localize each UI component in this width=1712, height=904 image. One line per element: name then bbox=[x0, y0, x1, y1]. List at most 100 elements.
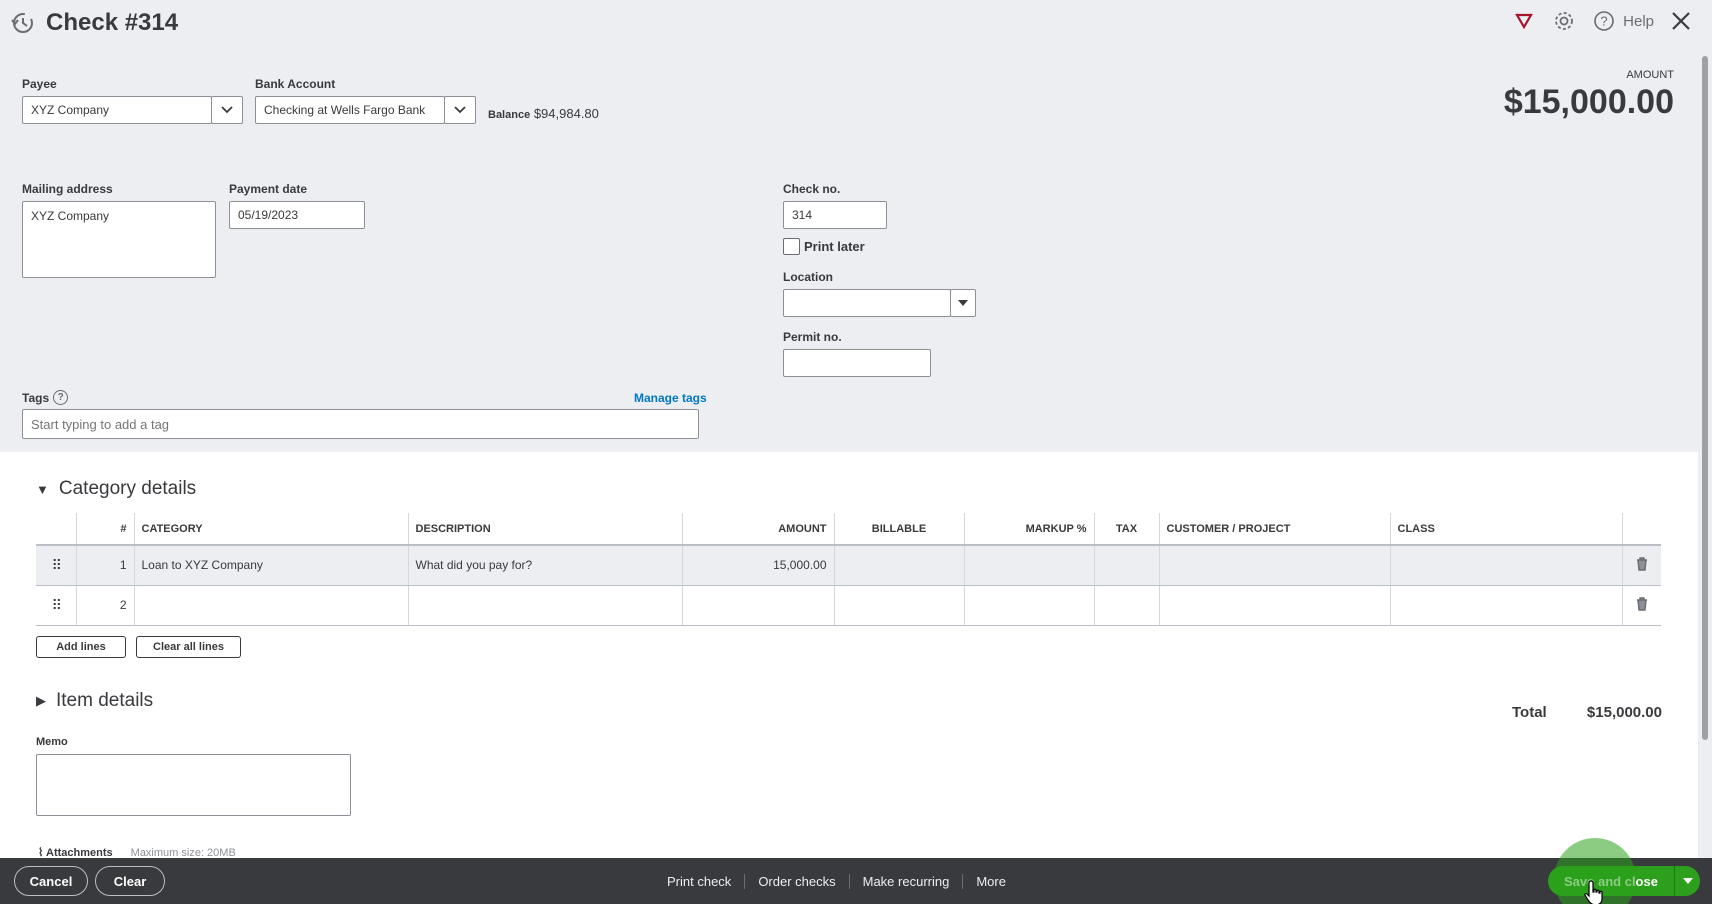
help-circle-icon[interactable]: ? bbox=[53, 390, 69, 405]
row-billable[interactable] bbox=[833, 545, 964, 586]
col-amount: AMOUNT bbox=[681, 513, 834, 546]
memo-label: Memo bbox=[36, 736, 68, 748]
row-description[interactable] bbox=[407, 585, 682, 626]
check-no-input[interactable]: 314 bbox=[783, 201, 887, 229]
scrollbar-thumb[interactable] bbox=[1702, 56, 1708, 740]
row-markup[interactable] bbox=[963, 585, 1094, 626]
save-options-dropdown[interactable] bbox=[1674, 866, 1700, 896]
save-split-button: Save and close bbox=[1548, 866, 1700, 896]
footer-actions: Print check Order checks Make recurring … bbox=[654, 858, 1019, 904]
chevron-down-icon bbox=[454, 106, 466, 114]
drag-handle-icon[interactable]: ⠿ bbox=[36, 585, 76, 626]
item-details-toggle[interactable]: ▶ Item details bbox=[36, 690, 153, 712]
permit-no-input[interactable] bbox=[783, 349, 931, 377]
payment-date-input[interactable]: 05/19/2023 bbox=[229, 201, 365, 229]
location-dropdown[interactable] bbox=[950, 289, 976, 317]
footer-bar: Cancel Clear Print check Order checks Ma… bbox=[0, 858, 1712, 904]
print-check-button[interactable]: Print check bbox=[654, 874, 744, 889]
row-tax[interactable] bbox=[1093, 545, 1159, 586]
row-number: 2 bbox=[75, 585, 134, 626]
triangle-down-icon: ▼ bbox=[36, 481, 49, 497]
gear-icon[interactable] bbox=[1551, 8, 1577, 34]
close-icon[interactable] bbox=[1668, 8, 1694, 34]
balance-label: Balance bbox=[488, 109, 531, 121]
payee-dropdown[interactable] bbox=[211, 96, 243, 124]
page-header: Check #314 ? Help bbox=[0, 0, 1698, 46]
col-drag bbox=[36, 513, 76, 546]
row-amount[interactable]: 15,000.00 bbox=[681, 545, 834, 586]
cancel-button[interactable]: Cancel bbox=[14, 866, 88, 896]
category-details-title: Category details bbox=[58, 478, 197, 499]
location-label: Location bbox=[783, 270, 833, 284]
row-billable[interactable] bbox=[833, 585, 964, 626]
clear-button[interactable]: Clear bbox=[95, 866, 165, 896]
order-checks-button[interactable]: Order checks bbox=[744, 873, 848, 889]
row-customer-project[interactable] bbox=[1158, 545, 1390, 586]
col-category: CATEGORY bbox=[133, 513, 408, 546]
mailing-address-input[interactable]: XYZ Company bbox=[22, 201, 216, 278]
total-label: Total bbox=[1512, 704, 1547, 721]
table-row[interactable]: ⠿ 1 Loan to XYZ Company What did you pay… bbox=[36, 545, 1661, 586]
tags-label: Tags bbox=[22, 390, 50, 405]
table-row[interactable]: ⠿ 2 bbox=[36, 585, 1661, 626]
row-amount[interactable] bbox=[681, 585, 834, 626]
history-icon[interactable] bbox=[10, 10, 36, 36]
row-class[interactable] bbox=[1389, 545, 1622, 586]
location-select[interactable] bbox=[783, 289, 951, 317]
tags-input[interactable] bbox=[22, 409, 699, 439]
trash-icon[interactable] bbox=[1621, 585, 1661, 626]
col-customer-project: CUSTOMER / PROJECT bbox=[1158, 513, 1390, 546]
manage-tags-link[interactable]: Manage tags bbox=[634, 391, 707, 405]
add-lines-button[interactable]: Add lines bbox=[36, 636, 126, 658]
triangle-right-icon: ▶ bbox=[36, 693, 46, 708]
help-icon[interactable]: ? bbox=[1591, 8, 1617, 34]
row-number: 1 bbox=[75, 545, 134, 586]
table-header-row: # CATEGORY DESCRIPTION AMOUNT BILLABLE M… bbox=[36, 513, 1661, 546]
bank-account-input[interactable]: Checking at Wells Fargo Bank bbox=[255, 96, 445, 124]
col-number: # bbox=[75, 513, 134, 546]
col-description: DESCRIPTION bbox=[407, 513, 682, 546]
page-title: Check #314 bbox=[46, 9, 179, 36]
row-markup[interactable] bbox=[963, 545, 1094, 586]
row-customer-project[interactable] bbox=[1158, 585, 1390, 626]
amount-value: $15,000.00 bbox=[1503, 83, 1674, 121]
item-details-title: Item details bbox=[56, 690, 154, 711]
amount-label: AMOUNT bbox=[1626, 69, 1674, 81]
hand-cursor-icon bbox=[1584, 880, 1603, 904]
col-tax: TAX bbox=[1093, 513, 1159, 546]
svg-text:?: ? bbox=[1601, 14, 1608, 29]
row-category[interactable] bbox=[133, 585, 408, 626]
help-label[interactable]: Help bbox=[1623, 13, 1654, 30]
payment-date-label: Payment date bbox=[229, 182, 308, 196]
make-recurring-button[interactable]: Make recurring bbox=[848, 873, 963, 889]
scrollbar[interactable] bbox=[1698, 0, 1712, 858]
clear-all-lines-button[interactable]: Clear all lines bbox=[136, 636, 241, 658]
permit-no-label: Permit no. bbox=[783, 330, 842, 344]
bank-account-label: Bank Account bbox=[255, 77, 336, 91]
col-markup: MARKUP % bbox=[963, 513, 1094, 546]
col-class: CLASS bbox=[1389, 513, 1622, 546]
bank-account-dropdown[interactable] bbox=[444, 96, 476, 124]
drag-handle-icon[interactable]: ⠿ bbox=[36, 545, 76, 586]
memo-input[interactable] bbox=[36, 754, 351, 816]
row-class[interactable] bbox=[1389, 585, 1622, 626]
category-table: # CATEGORY DESCRIPTION AMOUNT BILLABLE M… bbox=[36, 513, 1661, 626]
balance-display: Balance $94,984.80 bbox=[488, 106, 599, 121]
payee-input[interactable]: XYZ Company bbox=[22, 96, 212, 124]
attachments-max-size: Maximum size: 20MB bbox=[130, 846, 236, 859]
mailing-address-label: Mailing address bbox=[22, 182, 113, 196]
balance-value: $94,984.80 bbox=[533, 106, 599, 121]
tags-label-wrap: Tags ? bbox=[22, 390, 69, 405]
category-details-toggle[interactable]: ▼ Category details bbox=[36, 478, 196, 500]
alert-triangle-icon[interactable] bbox=[1511, 8, 1537, 34]
print-later-checkbox[interactable] bbox=[783, 238, 800, 255]
trash-icon[interactable] bbox=[1621, 545, 1661, 586]
row-category[interactable]: Loan to XYZ Company bbox=[133, 545, 408, 586]
payee-label: Payee bbox=[22, 77, 57, 91]
row-tax[interactable] bbox=[1093, 585, 1159, 626]
more-button[interactable]: More bbox=[962, 873, 1019, 889]
caret-down-icon bbox=[1682, 878, 1693, 884]
print-later-label: Print later bbox=[804, 239, 865, 254]
chevron-down-icon bbox=[221, 106, 233, 114]
row-description[interactable]: What did you pay for? bbox=[407, 545, 682, 586]
